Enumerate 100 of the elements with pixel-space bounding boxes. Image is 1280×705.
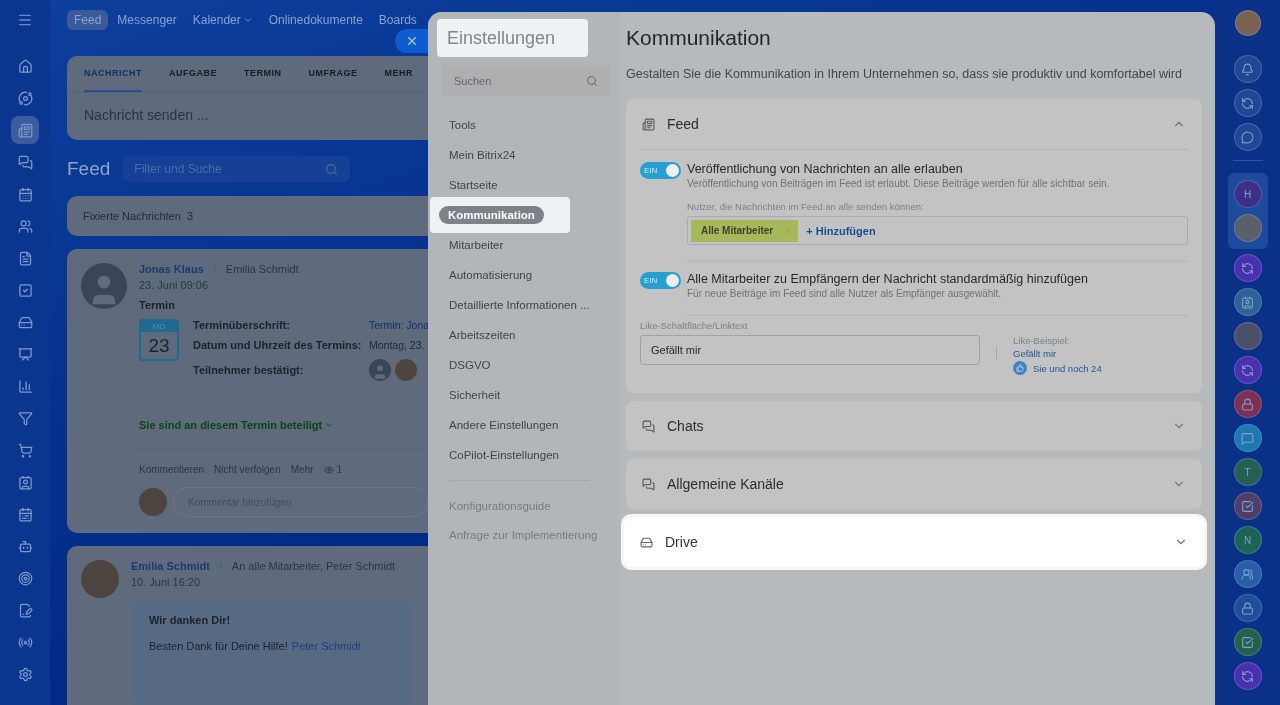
user-avatar [81, 263, 127, 309]
post-action-link[interactable]: Nicht verfolgen [214, 464, 281, 475]
settings-menu-item[interactable]: Detaillierte Informationen ... [428, 290, 620, 320]
settings-menu-item[interactable]: DSGVO [428, 350, 620, 380]
chat-avatar[interactable] [1233, 662, 1262, 690]
chat-avatar[interactable]: T [1233, 458, 1262, 486]
toggle-switch[interactable]: EIN [640, 162, 681, 179]
pinned-messages-bar[interactable]: Fixierte Nachrichten 3 [67, 196, 428, 236]
notifications-button[interactable] [1233, 55, 1262, 83]
post-action-link[interactable]: Kommentieren [139, 464, 205, 475]
post-title: Termin [139, 299, 175, 311]
settings-footer-link[interactable]: Konfigurationsguide [428, 491, 620, 520]
settings-icon [17, 666, 33, 682]
section-title[interactable]: Drive [665, 534, 1162, 550]
close-button[interactable] [395, 29, 428, 53]
copilot-icon [1241, 96, 1254, 110]
drive-icon [17, 314, 33, 330]
chat-avatar[interactable] [1233, 288, 1262, 316]
top-nav-tab[interactable]: Kalender [185, 10, 260, 30]
menu-icon[interactable] [17, 12, 33, 28]
field-link[interactable]: Termin: Jona [369, 319, 430, 331]
nav-button[interactable] [11, 116, 39, 144]
copilot-button[interactable] [1233, 89, 1262, 117]
contact-card-icon [1241, 295, 1254, 309]
settings-menu-item[interactable]: Mitarbeiter [428, 230, 620, 260]
message-field[interactable]: Nachricht senden ... [67, 93, 428, 140]
top-nav-tab[interactable]: Onlinedokumente [261, 10, 370, 30]
recipient-text: Emilia Schmidt [225, 263, 299, 275]
user-avatar[interactable] [1233, 322, 1262, 350]
settings-menu-item[interactable]: Tools [428, 110, 620, 140]
add-link[interactable]: + Hinzufügen [806, 224, 876, 237]
composer-tab[interactable]: AUFGABE [169, 56, 217, 92]
settings-menu-item[interactable]: Automatisierung [428, 260, 620, 290]
toggle-switch[interactable]: EIN [640, 272, 681, 289]
author-link[interactable]: Jonas Klaus [139, 263, 204, 275]
section-title[interactable]: Chats [667, 418, 1160, 434]
composer-tab[interactable]: TERMIN [244, 56, 282, 92]
chat-avatar[interactable] [1233, 390, 1262, 418]
settings-menu-item[interactable]: Mein Bitrix24 [428, 140, 620, 170]
users-field[interactable]: Alle Mitarbeiter + Hinzufügen [687, 216, 1188, 245]
caret-icon [324, 420, 335, 430]
section-title[interactable]: Allgemeine Kanäle [667, 476, 1160, 492]
top-nav-tab[interactable]: Feed [67, 10, 109, 30]
chat-button[interactable] [1233, 123, 1262, 151]
newspaper-icon [17, 122, 33, 138]
field-label: Like-Schaltfläche/Linktext [640, 320, 749, 331]
section-title[interactable]: Feed [667, 116, 1160, 132]
post-action-link[interactable]: Mehr [290, 464, 314, 475]
search-icon [325, 162, 339, 176]
target-icon [17, 570, 33, 586]
option-label: Veröffentlichung von Nachrichten an alle erlauben [687, 162, 964, 176]
user-tag: Alle Mitarbeiter [691, 219, 799, 242]
recipient-text: An alle Mitarbeiter, Peter Schmidt [231, 560, 396, 572]
chat-bubbles-icon [17, 154, 33, 170]
task-icon [1241, 635, 1254, 649]
people-icon [17, 218, 33, 234]
chat-avatar[interactable] [1233, 424, 1262, 452]
thumbs-up-icon [1013, 361, 1027, 375]
settings-menu-item[interactable]: CoPilot-Einstellungen [428, 440, 620, 470]
settings-menu-item[interactable]: Kommunikation [430, 197, 570, 233]
like-example-link[interactable]: Gefällt mir [1013, 348, 1102, 359]
top-nav-tab[interactable]: Boards [371, 10, 424, 30]
document-icon [17, 250, 33, 266]
composer-tab[interactable]: UMFRAGE [308, 56, 358, 92]
settings-menu-item[interactable]: Sicherheit [428, 380, 620, 410]
copilot-icon [1241, 669, 1254, 683]
like-text-field[interactable]: Gefällt mir [640, 335, 980, 365]
participation-status[interactable]: Sie sind an diesem Termin beteiligt [139, 419, 335, 431]
settings-search-field[interactable]: Suchen [442, 65, 610, 96]
settings-menu-item[interactable]: Andere Einstellungen [428, 410, 620, 440]
settings-menu-item[interactable]: Arbeitszeiten [428, 320, 620, 350]
settings-footer-link[interactable]: Anfrage zur Implementierung [428, 520, 620, 549]
user-avatar [81, 560, 119, 598]
participant-avatar [369, 359, 391, 381]
chat-avatar[interactable]: N [1233, 526, 1262, 554]
chat-avatar[interactable] [1233, 492, 1262, 520]
funnel-icon [17, 410, 33, 426]
newspaper-icon [642, 117, 655, 131]
author-link[interactable]: Emilia Schmidt [131, 560, 210, 572]
chat-avatar[interactable] [1233, 254, 1262, 282]
top-nav-tab[interactable]: Messenger [110, 10, 184, 30]
task-icon [1241, 499, 1254, 513]
calendar-list-icon [17, 506, 33, 522]
composer-tab[interactable]: MEHR [384, 56, 413, 92]
chat-avatar[interactable] [1233, 594, 1262, 622]
composer-tab[interactable]: NACHRICHT [84, 56, 142, 92]
chat-icon [1241, 130, 1254, 144]
settings-menu-item[interactable]: Startseite [428, 170, 620, 200]
bell-icon [1241, 62, 1254, 76]
chat-avatar[interactable] [1233, 356, 1262, 384]
page-title: Feed [67, 158, 111, 180]
post-date: 10. Juni 16:20 [131, 576, 202, 588]
calendar-icon [17, 186, 33, 202]
field-label: Datum und Uhrzeit des Termins: [193, 339, 363, 351]
chat-avatar[interactable] [1233, 628, 1262, 656]
chat-avatar[interactable]: H [1233, 180, 1262, 208]
chat-avatar[interactable] [1233, 560, 1262, 588]
profile-avatar[interactable] [1234, 10, 1261, 36]
caret-icon [242, 15, 253, 25]
contact-card-icon [17, 474, 33, 490]
